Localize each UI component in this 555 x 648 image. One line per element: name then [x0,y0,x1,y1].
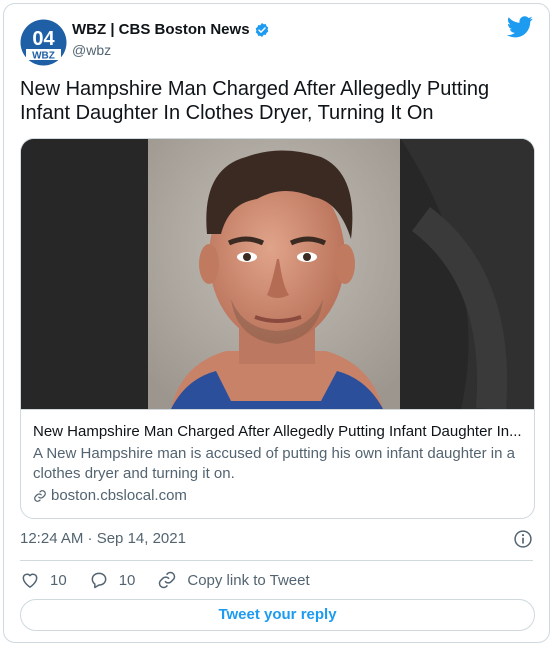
copy-link-label: Copy link to Tweet [187,571,310,589]
heart-icon [22,573,38,588]
link-icon [34,490,46,502]
reply-count: 10 [118,571,136,589]
display-name-row[interactable]: WBZ | CBS Boston News [72,20,270,40]
link-card-title[interactable]: New Hampshire Man Charged After Allegedl… [33,422,524,442]
twitter-bird-icon[interactable] [507,16,533,38]
tweet-embed-card: 04 WBZ WBZ | CBS Boston News @wbz New Ha… [3,3,550,643]
link-card-meta[interactable]: New Hampshire Man Charged After Allegedl… [21,409,534,518]
account-names: WBZ | CBS Boston News @wbz [72,20,270,60]
tweet-actions: 10 10 Copy link to Tweet [20,568,332,592]
divider [20,560,533,561]
wbz-logo[interactable]: 04 WBZ [20,19,67,66]
link-card-domain[interactable]: boston.cbslocal.com [51,486,187,506]
logo-number: 04 [32,28,55,50]
reply-bubble-icon [91,572,107,589]
tweet-timestamp[interactable]: 12:24 AM · Sep 14, 2021 [20,530,186,547]
verified-badge-icon [255,23,268,37]
mugshot-image [21,139,534,409]
tweet-text: New Hampshire Man Charged After Allegedl… [20,78,490,124]
link-icon [159,571,176,589]
logo-letters: WBZ [32,51,55,62]
link-preview-card[interactable]: New Hampshire Man Charged After Allegedl… [20,138,535,519]
like-action[interactable]: 10 [20,570,67,590]
like-count: 10 [50,571,67,589]
link-card-domain-row[interactable]: boston.cbslocal.com [33,486,524,506]
reply-action[interactable]: 10 [89,570,136,590]
timestamp-row: 12:24 AM · Sep 14, 2021 [20,528,533,550]
link-card-description: A New Hampshire man is accused of puttin… [33,445,515,482]
tweet-your-reply-button[interactable]: Tweet your reply [20,599,535,631]
mugshot-photo[interactable] [21,139,534,409]
account-handle[interactable]: @wbz [72,40,270,60]
copy-link-action[interactable]: Copy link to Tweet [157,570,310,590]
info-icon[interactable] [513,529,533,549]
tweet-header: 04 WBZ WBZ | CBS Boston News @wbz [20,16,533,66]
display-name[interactable]: WBZ | CBS Boston News [72,20,250,40]
